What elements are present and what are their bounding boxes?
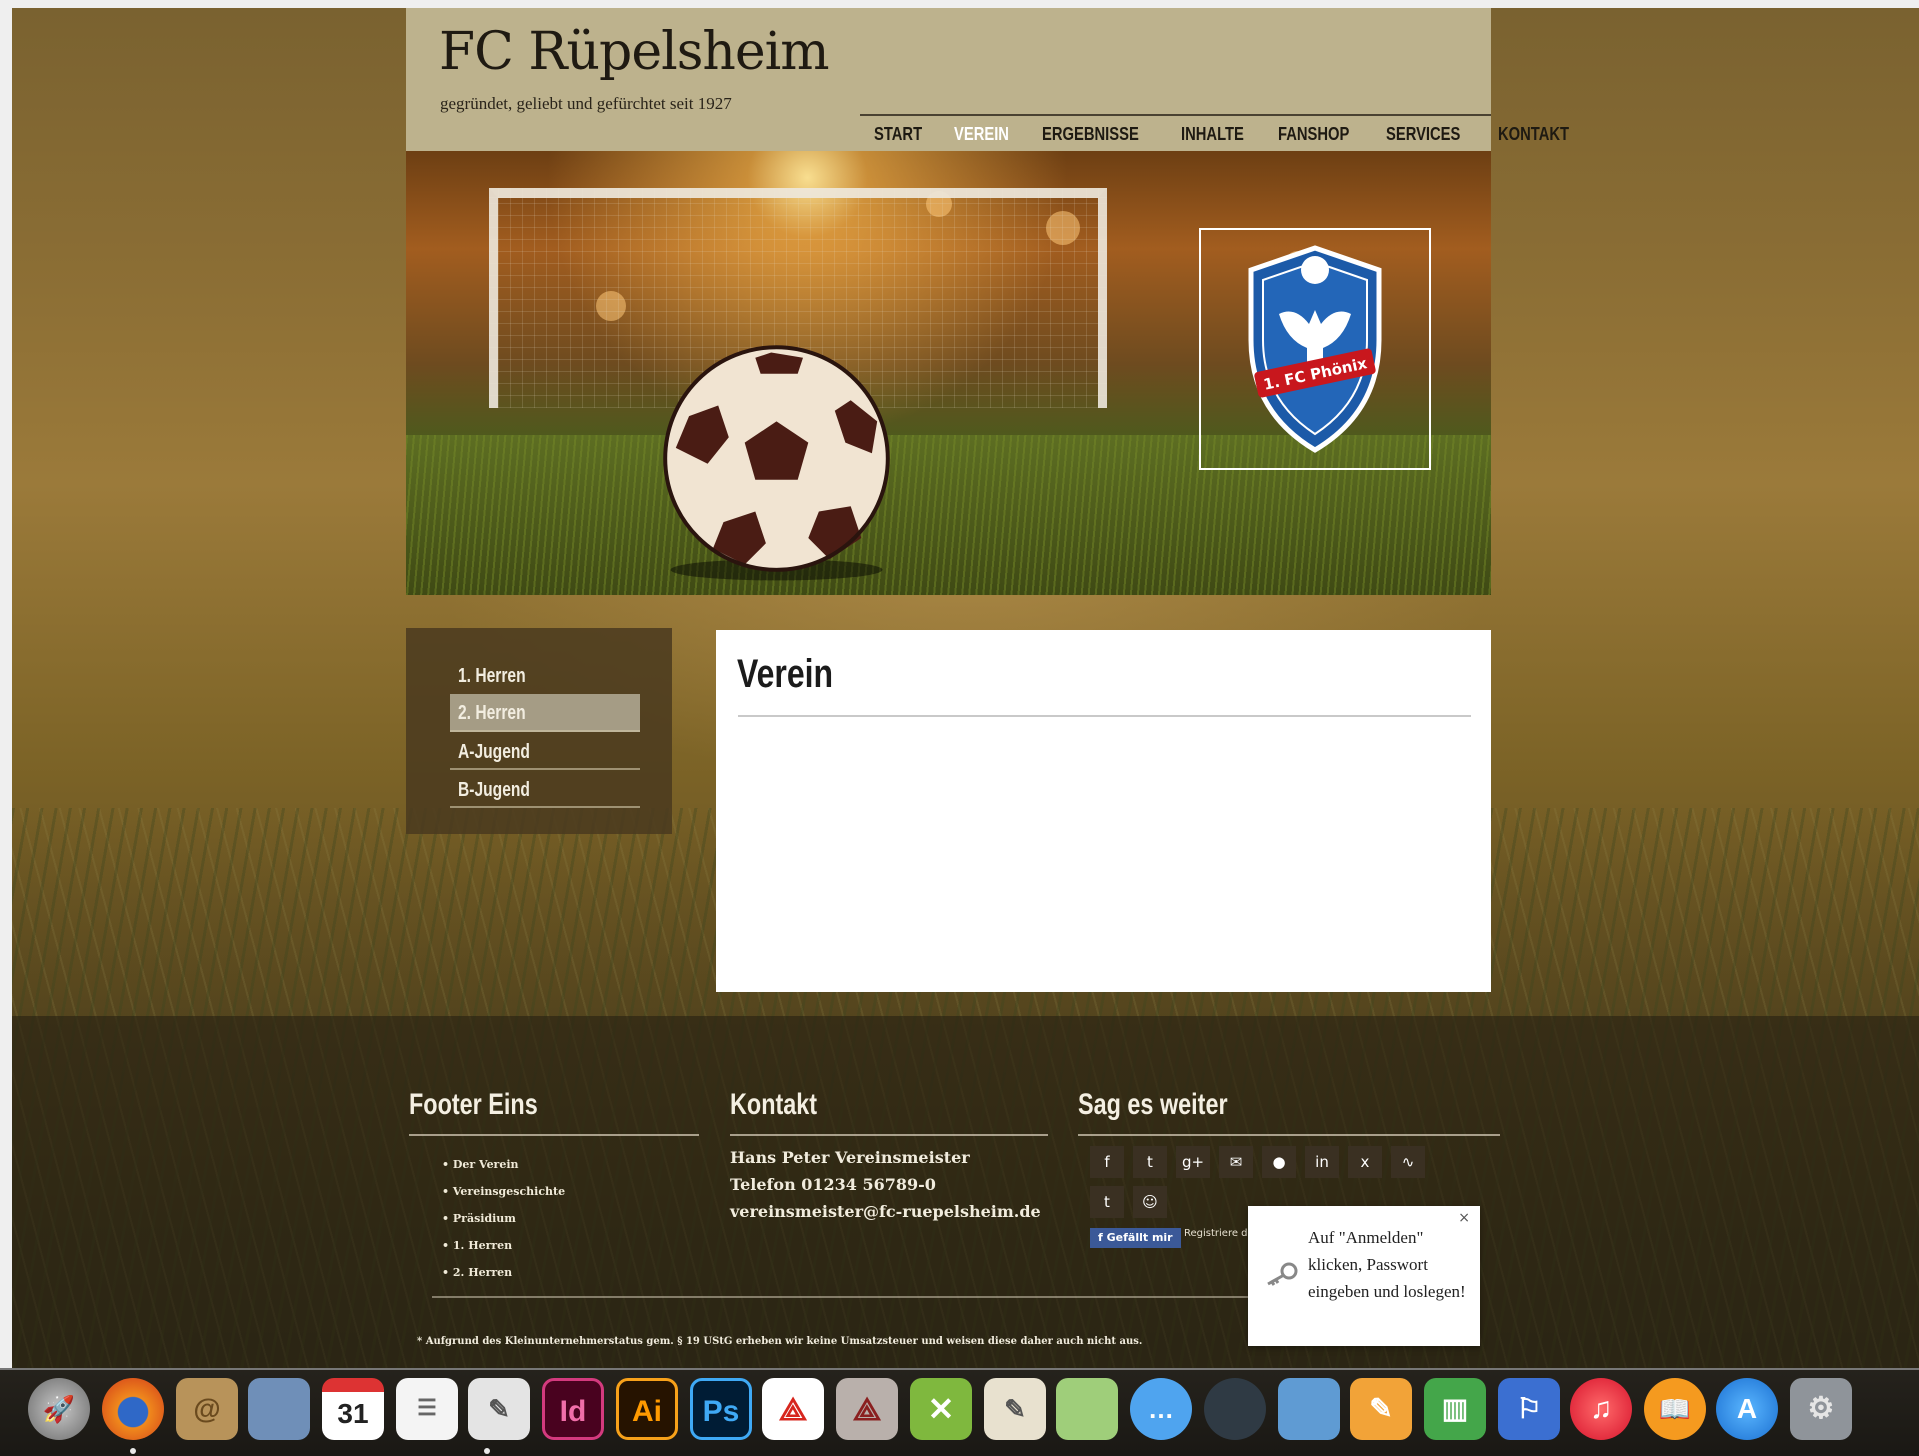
illustrator-icon[interactable]: Ai [616, 1378, 678, 1440]
preview-icon[interactable] [248, 1378, 310, 1440]
sidebar-item-1-herren[interactable]: 1. Herren [450, 658, 640, 694]
footer-link[interactable]: Präsidium [442, 1205, 565, 1232]
google-plus-icon[interactable]: g+ [1176, 1146, 1210, 1178]
club-crest-frame: 1. FC Phönix [1199, 228, 1431, 470]
sidebar-item-label: B-Jugend [458, 779, 530, 801]
messages-icon[interactable]: … [1130, 1378, 1192, 1440]
nav-item-ergebnisse[interactable]: ERGEBNISSE [1042, 124, 1139, 145]
tax-footnote: * Aufgrund des Kleinunternehmerstatus ge… [417, 1336, 1143, 1347]
acrobat-reader-icon[interactable]: ⟁ [836, 1378, 898, 1440]
textedit-icon[interactable]: ✎ [468, 1378, 530, 1440]
facebook-like-button[interactable]: Gefällt mir [1090, 1228, 1181, 1248]
contacts-icon[interactable]: @ [176, 1378, 238, 1440]
site-tagline: gegründet, geliebt und gefürchtet seit 1… [440, 94, 732, 113]
page-title: Verein [737, 652, 834, 696]
indesign-icon[interactable]: Id [542, 1378, 604, 1440]
app-store-icon[interactable]: A [1716, 1378, 1778, 1440]
nav-item-services[interactable]: SERVICES [1386, 124, 1460, 145]
keynote-icon[interactable]: ⚐ [1498, 1378, 1560, 1440]
contact-email[interactable]: vereinsmeister@fc-ruepelsheim.de [730, 1198, 1041, 1225]
site-footer: Footer Eins Der Verein Vereinsgeschichte… [12, 1016, 1919, 1368]
sidebar-item-a-jugend[interactable]: A-Jugend [450, 734, 640, 770]
acrobat-icon[interactable]: ⟁ [762, 1378, 824, 1440]
footer-link[interactable]: 1. Herren [442, 1232, 565, 1259]
main-content: Verein [716, 630, 1491, 992]
contact-info: Hans Peter Vereinsmeister Telefon 01234 … [730, 1144, 1041, 1225]
club-crest-icon: 1. FC Phönix [1248, 245, 1382, 453]
footer-col1-title: Footer Eins [409, 1088, 538, 1121]
sub-navigation: 1. Herren 2. Herren A-Jugend B-Jugend [406, 628, 672, 834]
contact-phone: Telefon 01234 56789-0 [730, 1175, 936, 1194]
system-preferences-icon[interactable]: ⚙ [1790, 1378, 1852, 1440]
numbers-icon[interactable]: ▥ [1424, 1378, 1486, 1440]
reddit-icon[interactable]: ☺ [1133, 1186, 1167, 1218]
footer-link[interactable]: Der Verein [442, 1151, 565, 1178]
ibooks-icon[interactable]: 📖 [1644, 1378, 1706, 1440]
contact-name: Hans Peter Vereinsmeister [730, 1148, 970, 1167]
sidebar-item-b-jugend[interactable]: B-Jugend [450, 772, 640, 808]
tumblr-icon[interactable]: t [1090, 1186, 1124, 1218]
main-navigation: START VEREIN ERGEBNISSE INHALTE FANSHOP … [860, 114, 1569, 152]
sidebar-item-label: A-Jugend [458, 741, 530, 763]
sidebar-item-label: 1. Herren [458, 665, 526, 687]
email-icon[interactable]: ✉ [1219, 1146, 1253, 1178]
footer-col2-title: Kontakt [730, 1088, 818, 1121]
running-indicator [130, 1448, 136, 1454]
sidebar-item-2-herren[interactable]: 2. Herren [450, 694, 640, 732]
launchpad-rocket-icon[interactable]: 🚀 [28, 1378, 90, 1440]
key-icon [1267, 1262, 1298, 1286]
nav-item-fanshop[interactable]: FANSHOP [1278, 124, 1349, 145]
x-app-icon[interactable]: ✕ [910, 1378, 972, 1440]
itunes-icon[interactable]: ♫ [1570, 1378, 1632, 1440]
footer-divider [1078, 1134, 1500, 1136]
reminders-icon[interactable]: ☰ [396, 1378, 458, 1440]
nav-item-start[interactable]: START [874, 124, 922, 145]
popup-message: Auf "Anmelden" klicken, Passwort eingebe… [1308, 1228, 1466, 1301]
sidebar-item-label: 2. Herren [458, 702, 526, 724]
facetime-icon[interactable] [1204, 1378, 1266, 1440]
calendar-icon[interactable]: 31 [322, 1378, 384, 1440]
footer-divider [409, 1134, 699, 1136]
maps-icon[interactable] [1056, 1378, 1118, 1440]
soccer-ball-icon [663, 345, 890, 581]
footer-bottom-divider [432, 1296, 1262, 1298]
nav-item-kontakt[interactable]: KONTAKT [1498, 124, 1569, 145]
nav-item-inhalte[interactable]: INHALTE [1181, 124, 1244, 145]
facebook-icon[interactable]: f [1090, 1146, 1124, 1178]
title-divider [738, 715, 1471, 717]
login-hint-popup: × Auf "Anmelden" klicken, Passwort einge… [1248, 1206, 1480, 1346]
footer-link-list: Der Verein Vereinsgeschichte Präsidium 1… [442, 1151, 565, 1286]
pages-icon[interactable]: ✎ [1350, 1378, 1412, 1440]
site-header: FC Rüpelsheim gegründet, geliebt und gef… [406, 8, 1569, 152]
footer-col3-title: Sag es weiter [1078, 1088, 1228, 1121]
macos-dock: 🚀 @ 31 ☰ ✎ Id Ai Ps ⟁ ⟁ ✕ ✎ … ✎ ▥ ⚐ ♫ 📖 … [0, 1368, 1919, 1456]
firefox-icon[interactable] [102, 1378, 164, 1440]
twitter-icon[interactable]: t [1133, 1146, 1167, 1178]
footer-link[interactable]: 2. Herren [442, 1259, 565, 1286]
script-editor-icon[interactable]: ✎ [984, 1378, 1046, 1440]
hero-image: 1. FC Phönix [406, 151, 1491, 595]
footer-link[interactable]: Vereinsgeschichte [442, 1178, 565, 1205]
xing-icon[interactable]: x [1348, 1146, 1382, 1178]
linkedin-icon[interactable]: in [1305, 1146, 1339, 1178]
nav-item-verein[interactable]: VEREIN [954, 124, 1009, 145]
comment-icon[interactable]: ● [1262, 1146, 1296, 1178]
footer-divider [730, 1134, 1048, 1136]
photoshop-icon[interactable]: Ps [690, 1378, 752, 1440]
running-indicator [484, 1448, 490, 1454]
stumbleupon-icon[interactable]: ∿ [1391, 1146, 1425, 1178]
site-title[interactable]: FC Rüpelsheim [439, 22, 830, 82]
iphoto-icon[interactable] [1278, 1378, 1340, 1440]
